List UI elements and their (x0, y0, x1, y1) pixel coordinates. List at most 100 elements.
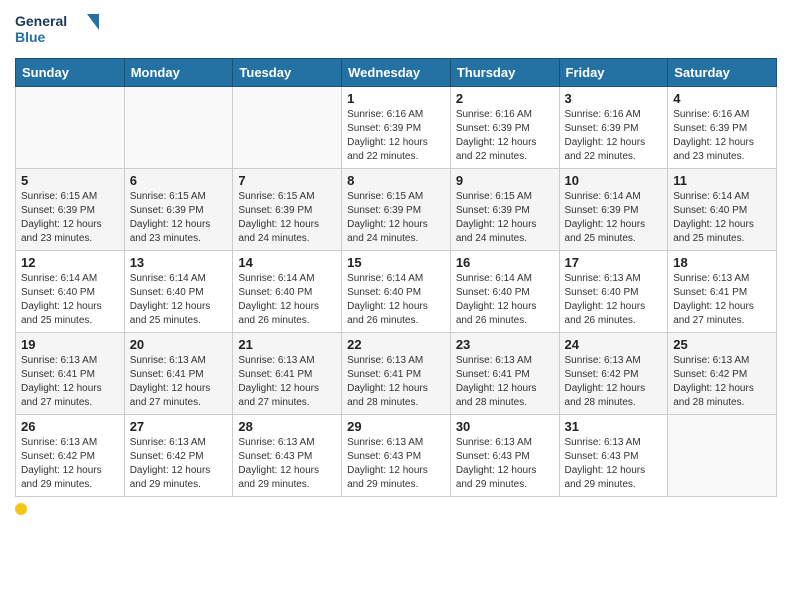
day-number: 21 (238, 337, 336, 352)
week-row-1: 1 Sunrise: 6:16 AMSunset: 6:39 PMDaylight… (16, 87, 777, 169)
day-cell-10: 10 Sunrise: 6:14 AMSunset: 6:39 PMDayligh… (559, 169, 668, 251)
day-number: 29 (347, 419, 445, 434)
daylight-icon (15, 503, 27, 515)
week-row-2: 5 Sunrise: 6:15 AMSunset: 6:39 PMDaylight… (16, 169, 777, 251)
day-info: Sunrise: 6:16 AMSunset: 6:39 PMDaylight:… (673, 108, 771, 164)
day-info: Sunrise: 6:13 AMSunset: 6:42 PMDaylight:… (130, 436, 228, 492)
day-cell-31: 31 Sunrise: 6:13 AMSunset: 6:43 PMDayligh… (559, 415, 668, 497)
day-number: 15 (347, 255, 445, 270)
day-number: 4 (673, 91, 771, 106)
day-info: Sunrise: 6:13 AMSunset: 6:43 PMDaylight:… (565, 436, 663, 492)
empty-cell (668, 415, 777, 497)
day-number: 23 (456, 337, 554, 352)
day-cell-4: 4 Sunrise: 6:16 AMSunset: 6:39 PMDaylight… (668, 87, 777, 169)
day-info: Sunrise: 6:15 AMSunset: 6:39 PMDaylight:… (130, 190, 228, 246)
day-info: Sunrise: 6:13 AMSunset: 6:42 PMDaylight:… (21, 436, 119, 492)
week-row-5: 26 Sunrise: 6:13 AMSunset: 6:42 PMDayligh… (16, 415, 777, 497)
day-info: Sunrise: 6:16 AMSunset: 6:39 PMDaylight:… (456, 108, 554, 164)
day-number: 24 (565, 337, 663, 352)
day-cell-6: 6 Sunrise: 6:15 AMSunset: 6:39 PMDaylight… (124, 169, 233, 251)
day-info: Sunrise: 6:13 AMSunset: 6:41 PMDaylight:… (21, 354, 119, 410)
empty-cell (124, 87, 233, 169)
page: General Blue SundayMondayTuesdayWednesda… (0, 0, 792, 612)
day-cell-20: 20Sunrise: 6:13 AMSunset: 6:41 PMDayligh… (124, 333, 233, 415)
day-number: 1 (347, 91, 445, 106)
day-cell-9: 9 Sunrise: 6:15 AMSunset: 6:39 PMDaylight… (450, 169, 559, 251)
day-cell-28: 28Sunrise: 6:13 AMSunset: 6:43 PMDayligh… (233, 415, 342, 497)
day-info: Sunrise: 6:13 AMSunset: 6:40 PMDaylight:… (565, 272, 663, 328)
day-number: 11 (673, 173, 771, 188)
day-cell-25: 25Sunrise: 6:13 AMSunset: 6:42 PMDayligh… (668, 333, 777, 415)
day-cell-16: 16Sunrise: 6:14 AMSunset: 6:40 PMDayligh… (450, 251, 559, 333)
day-cell-1: 1 Sunrise: 6:16 AMSunset: 6:39 PMDaylight… (342, 87, 451, 169)
empty-cell (16, 87, 125, 169)
column-header-saturday: Saturday (668, 59, 777, 87)
day-number: 19 (21, 337, 119, 352)
empty-cell (233, 87, 342, 169)
day-number: 12 (21, 255, 119, 270)
day-number: 25 (673, 337, 771, 352)
day-number: 7 (238, 173, 336, 188)
day-number: 31 (565, 419, 663, 434)
day-number: 3 (565, 91, 663, 106)
svg-text:Blue: Blue (15, 29, 46, 45)
day-info: Sunrise: 6:13 AMSunset: 6:41 PMDaylight:… (130, 354, 228, 410)
day-cell-18: 18Sunrise: 6:13 AMSunset: 6:41 PMDayligh… (668, 251, 777, 333)
day-number: 6 (130, 173, 228, 188)
day-info: Sunrise: 6:13 AMSunset: 6:43 PMDaylight:… (347, 436, 445, 492)
day-info: Sunrise: 6:13 AMSunset: 6:43 PMDaylight:… (238, 436, 336, 492)
week-row-4: 19 Sunrise: 6:13 AMSunset: 6:41 PMDayligh… (16, 333, 777, 415)
day-cell-21: 21Sunrise: 6:13 AMSunset: 6:41 PMDayligh… (233, 333, 342, 415)
day-cell-23: 23 Sunrise: 6:13 AMSunset: 6:41 PMDayligh… (450, 333, 559, 415)
day-info: Sunrise: 6:15 AMSunset: 6:39 PMDaylight:… (456, 190, 554, 246)
day-cell-27: 27 Sunrise: 6:13 AMSunset: 6:42 PMDayligh… (124, 415, 233, 497)
day-info: Sunrise: 6:16 AMSunset: 6:39 PMDaylight:… (565, 108, 663, 164)
svg-text:General: General (15, 13, 67, 29)
day-info: Sunrise: 6:13 AMSunset: 6:41 PMDaylight:… (673, 272, 771, 328)
day-number: 14 (238, 255, 336, 270)
column-header-wednesday: Wednesday (342, 59, 451, 87)
day-cell-13: 13Sunrise: 6:14 AMSunset: 6:40 PMDayligh… (124, 251, 233, 333)
column-header-monday: Monday (124, 59, 233, 87)
logo: General Blue (15, 10, 105, 50)
column-header-friday: Friday (559, 59, 668, 87)
column-header-thursday: Thursday (450, 59, 559, 87)
calendar-table: SundayMondayTuesdayWednesdayThursdayFrid… (15, 58, 777, 497)
day-number: 27 (130, 419, 228, 434)
day-number: 30 (456, 419, 554, 434)
day-number: 8 (347, 173, 445, 188)
day-info: Sunrise: 6:15 AMSunset: 6:39 PMDaylight:… (21, 190, 119, 246)
day-number: 22 (347, 337, 445, 352)
day-cell-8: 8Sunrise: 6:15 AMSunset: 6:39 PMDaylight… (342, 169, 451, 251)
day-info: Sunrise: 6:14 AMSunset: 6:40 PMDaylight:… (673, 190, 771, 246)
day-info: Sunrise: 6:13 AMSunset: 6:43 PMDaylight:… (456, 436, 554, 492)
column-header-sunday: Sunday (16, 59, 125, 87)
footer (15, 503, 777, 515)
day-cell-2: 2Sunrise: 6:16 AMSunset: 6:39 PMDaylight… (450, 87, 559, 169)
day-info: Sunrise: 6:16 AMSunset: 6:39 PMDaylight:… (347, 108, 445, 164)
day-cell-22: 22Sunrise: 6:13 AMSunset: 6:41 PMDayligh… (342, 333, 451, 415)
day-cell-3: 3 Sunrise: 6:16 AMSunset: 6:39 PMDaylight… (559, 87, 668, 169)
day-info: Sunrise: 6:14 AMSunset: 6:40 PMDaylight:… (347, 272, 445, 328)
day-cell-5: 5 Sunrise: 6:15 AMSunset: 6:39 PMDaylight… (16, 169, 125, 251)
day-number: 17 (565, 255, 663, 270)
day-info: Sunrise: 6:14 AMSunset: 6:39 PMDaylight:… (565, 190, 663, 246)
day-cell-17: 17 Sunrise: 6:13 AMSunset: 6:40 PMDayligh… (559, 251, 668, 333)
day-number: 16 (456, 255, 554, 270)
day-info: Sunrise: 6:13 AMSunset: 6:41 PMDaylight:… (456, 354, 554, 410)
day-number: 10 (565, 173, 663, 188)
day-cell-12: 12 Sunrise: 6:14 AMSunset: 6:40 PMDayligh… (16, 251, 125, 333)
day-cell-29: 29 Sunrise: 6:13 AMSunset: 6:43 PMDayligh… (342, 415, 451, 497)
day-cell-7: 7 Sunrise: 6:15 AMSunset: 6:39 PMDaylight… (233, 169, 342, 251)
day-info: Sunrise: 6:14 AMSunset: 6:40 PMDaylight:… (21, 272, 119, 328)
day-info: Sunrise: 6:13 AMSunset: 6:42 PMDaylight:… (565, 354, 663, 410)
day-number: 5 (21, 173, 119, 188)
day-number: 9 (456, 173, 554, 188)
day-number: 13 (130, 255, 228, 270)
day-cell-11: 11 Sunrise: 6:14 AMSunset: 6:40 PMDayligh… (668, 169, 777, 251)
day-cell-24: 24 Sunrise: 6:13 AMSunset: 6:42 PMDayligh… (559, 333, 668, 415)
day-info: Sunrise: 6:15 AMSunset: 6:39 PMDaylight:… (238, 190, 336, 246)
column-header-tuesday: Tuesday (233, 59, 342, 87)
day-info: Sunrise: 6:14 AMSunset: 6:40 PMDaylight:… (238, 272, 336, 328)
day-number: 26 (21, 419, 119, 434)
